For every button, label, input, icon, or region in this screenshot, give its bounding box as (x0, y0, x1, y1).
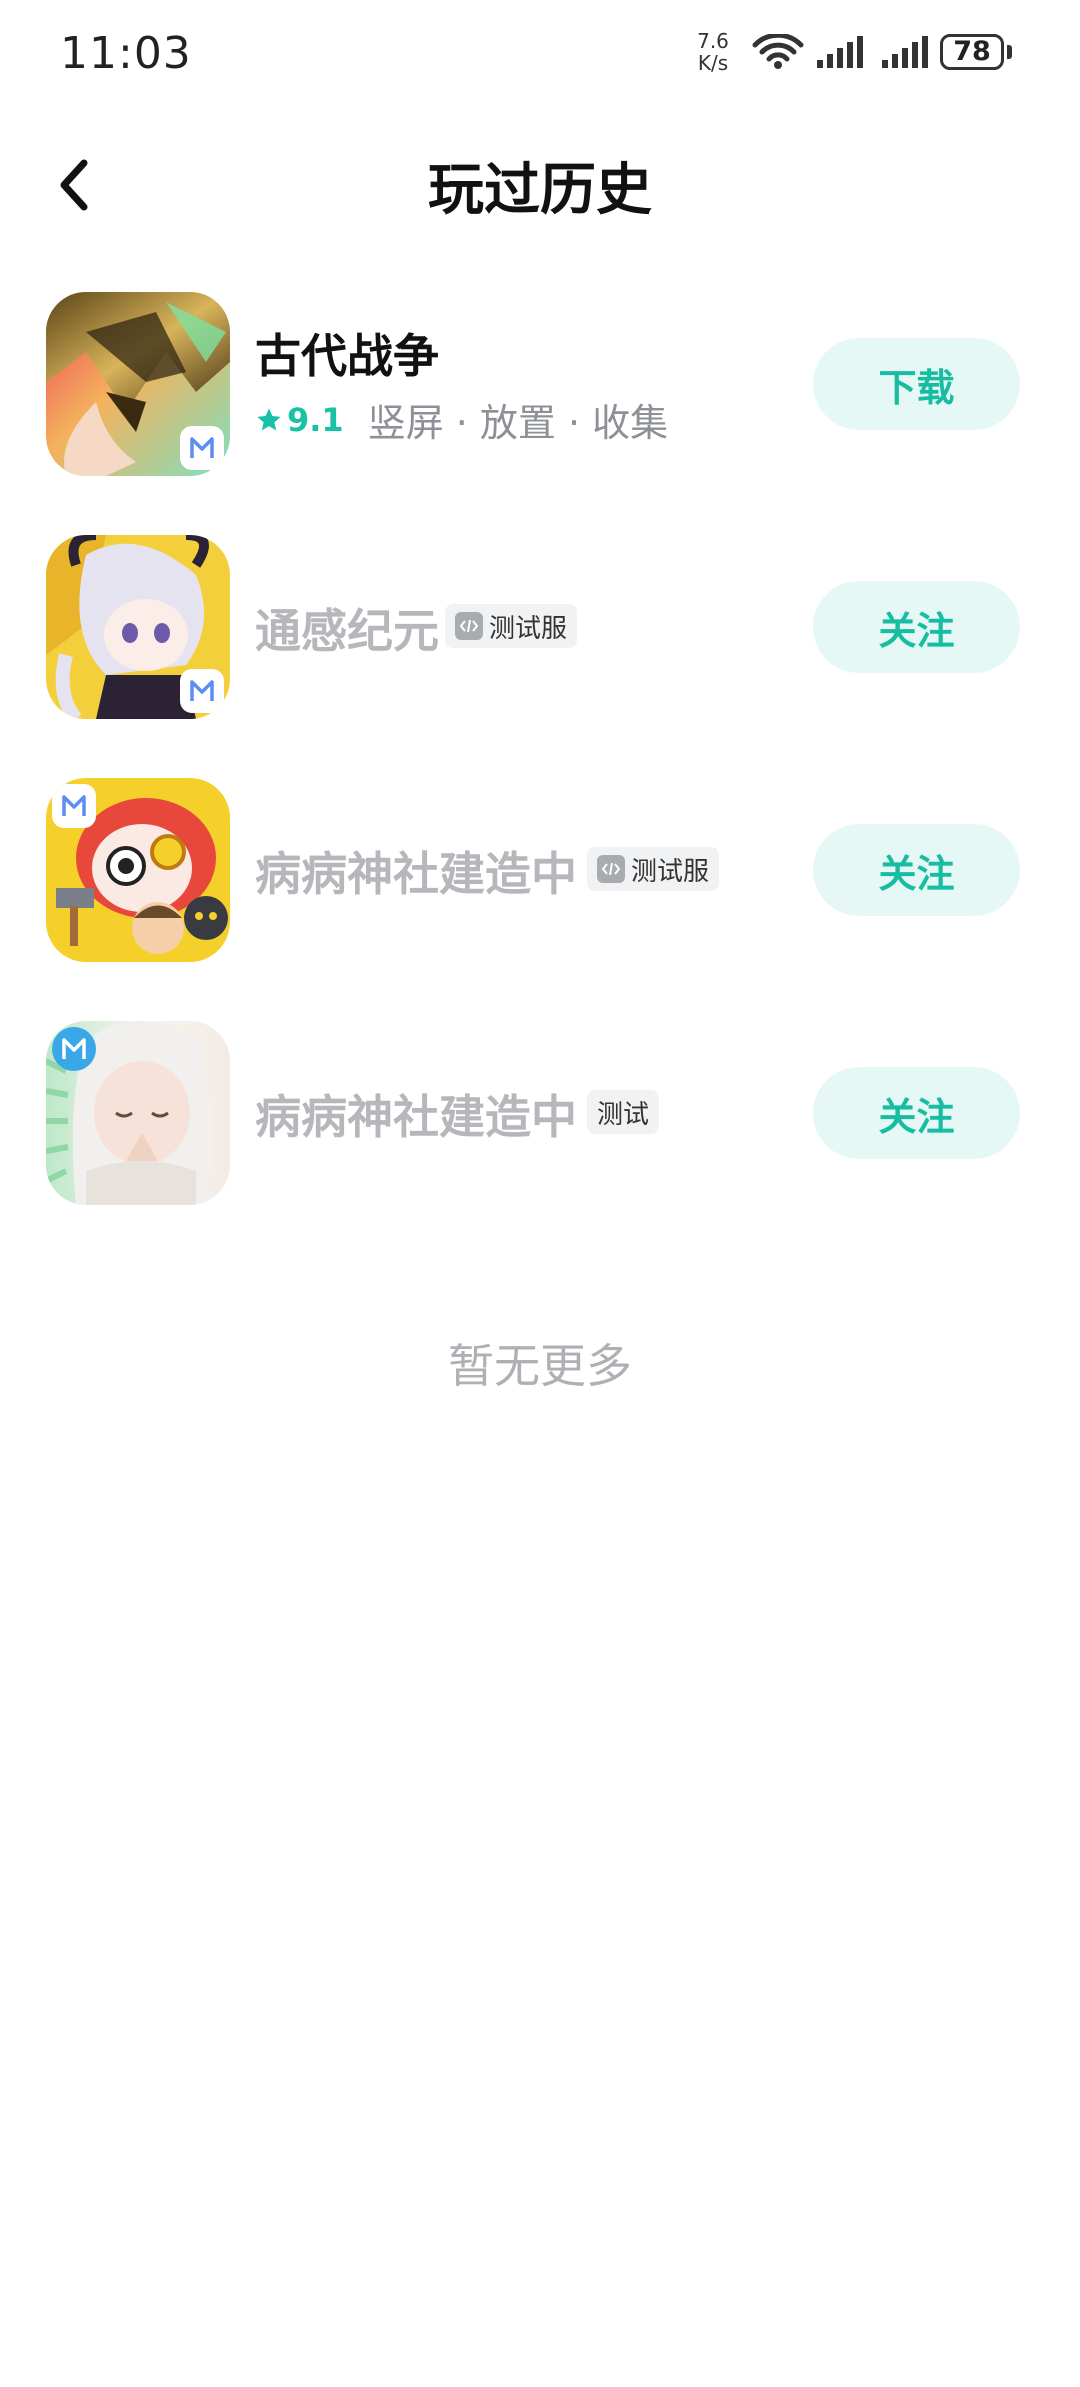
list-item[interactable]: 通感纪元 测试服 关注 (0, 535, 1080, 725)
follow-button[interactable]: 关注 (813, 1067, 1020, 1159)
test-server-badge: 测试服 (445, 604, 578, 648)
platform-badge-icon (180, 669, 224, 713)
game-name: 古代战争 (255, 329, 439, 383)
test-server-badge: 测试服 (587, 847, 720, 891)
game-name: 病病神社建造中 (255, 1090, 577, 1144)
test-badge-label: 测试服 (631, 856, 710, 887)
game-icon[interactable] (46, 292, 230, 476)
signal-icon (817, 36, 863, 68)
code-icon (597, 855, 625, 883)
no-more-text: 暂无更多 (448, 1339, 632, 1393)
game-icon[interactable] (46, 778, 230, 962)
status-bar: 11:03 7.6 K/s 78 (0, 0, 1080, 110)
platform-badge-icon (180, 426, 224, 470)
star-icon (257, 407, 281, 430)
test-badge-label: 测试 (597, 1099, 650, 1130)
network-speed: 7.6 K/s (688, 30, 738, 74)
follow-button[interactable]: 关注 (813, 581, 1020, 673)
network-speed-unit: K/s (697, 51, 729, 75)
list-item[interactable]: 病病神社建造中 测试 关注 (0, 1021, 1080, 1211)
page-title: 玩过历史 (428, 158, 652, 223)
list-item[interactable]: 病病神社建造中 测试服 关注 (0, 778, 1080, 968)
list-item[interactable]: 古代战争 9.1 竖屏 · 放置 · 收集 下载 (0, 292, 1080, 482)
code-icon (455, 612, 483, 640)
test-badge-label: 测试服 (489, 613, 568, 644)
game-tags: 竖屏 · 放置 · 收集 (367, 401, 669, 445)
rating-value: 9.1 (287, 400, 344, 439)
wifi-icon (752, 34, 804, 69)
game-meta: 9.1 竖屏 · 放置 · 收集 (255, 392, 668, 447)
download-button[interactable]: 下载 (813, 338, 1020, 430)
platform-badge-icon (52, 1027, 96, 1071)
game-name: 病病神社建造中 (255, 847, 577, 901)
game-icon[interactable] (46, 1021, 230, 1205)
battery-icon: 78 (940, 34, 1004, 70)
test-badge: 测试 (587, 1090, 660, 1134)
network-speed-value: 7.6 (697, 29, 729, 53)
status-time: 11:03 (60, 28, 192, 79)
signal-icon (882, 36, 928, 68)
game-name: 通感纪元 (255, 604, 439, 658)
platform-badge-icon (52, 784, 96, 828)
follow-button[interactable]: 关注 (813, 824, 1020, 916)
rating: 9.1 (255, 401, 344, 439)
battery-tip (1007, 45, 1012, 59)
game-icon[interactable] (46, 535, 230, 719)
